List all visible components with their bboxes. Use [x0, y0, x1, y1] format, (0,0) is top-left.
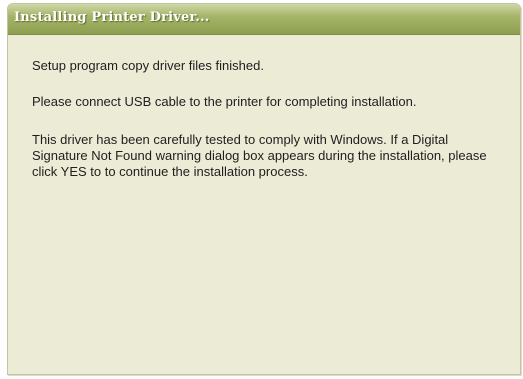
copy-finished-message: Setup program copy driver files finished…	[32, 58, 264, 73]
signature-warning-message: This driver has been carefully tested to…	[32, 132, 487, 179]
connect-usb-message: Please connect USB cable to the printer …	[32, 94, 417, 109]
message-area: Setup program copy driver files finished…	[32, 58, 502, 200]
title-bar[interactable]: Installing Printer Driver...	[8, 4, 520, 35]
window-title: Installing Printer Driver...	[14, 10, 210, 25]
installer-dialog: Installing Printer Driver... Setup progr…	[7, 3, 521, 375]
